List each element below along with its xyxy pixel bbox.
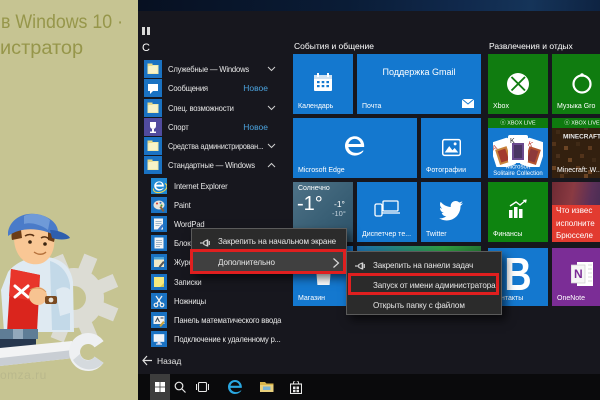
svg-text:N: N [574,267,583,281]
